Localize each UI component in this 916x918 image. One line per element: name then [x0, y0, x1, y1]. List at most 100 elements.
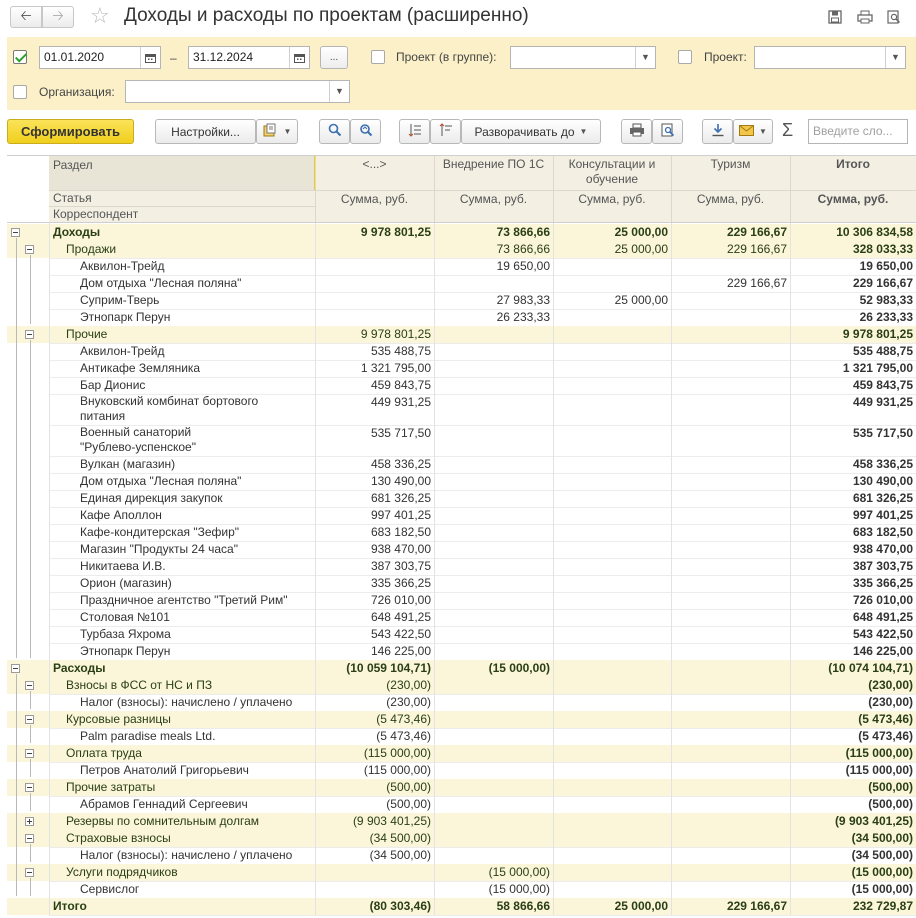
total-value: 726 010,00 — [852, 593, 913, 607]
collapse-toggle-icon[interactable] — [25, 783, 34, 792]
collapse-toggle-icon[interactable] — [25, 868, 34, 877]
table-row[interactable]: Единая дирекция закупок 681 326,25 681 326… — [7, 490, 916, 507]
value-cell — [553, 677, 671, 694]
row-label: Аквилон-Трейд — [80, 344, 165, 358]
generate-button[interactable]: Сформировать — [7, 119, 134, 144]
chevron-down-icon[interactable]: ▼ — [329, 81, 349, 102]
group-row[interactable]: Услуги подрядчиков (15 000,00) (15 000,00) — [7, 864, 916, 881]
organization-field[interactable]: ▼ — [125, 80, 350, 103]
value-cell — [315, 292, 434, 309]
table-row[interactable]: Этнопарк Перун 26 233,33 26 233,33 — [7, 309, 916, 326]
print-icon[interactable] — [856, 8, 874, 26]
group-row[interactable]: Страховые взносы (34 500,00) (34 500,00) — [7, 830, 916, 847]
save-icon[interactable] — [826, 8, 844, 26]
table-row[interactable]: Аквилон-Трейд 535 488,75 535 488,75 — [7, 343, 916, 360]
group-row[interactable]: Прочие 9 978 801,25 9 978 801,25 — [7, 326, 916, 343]
group-row[interactable]: Взносы в ФСС от НС и ПЗ (230,00) (230,00) — [7, 677, 916, 694]
value-cell: (9 903 401,25) — [352, 814, 431, 828]
variants-button[interactable]: ▼ — [256, 119, 298, 144]
value-cell — [671, 360, 790, 377]
table-row[interactable]: Абрамов Геннадий Сергеевич (500,00) (500,0… — [7, 796, 916, 813]
collapse-toggle-icon[interactable] — [25, 749, 34, 758]
send-email-button[interactable]: ▼ — [733, 119, 773, 144]
print-preview-button[interactable] — [652, 119, 683, 144]
period-to-field[interactable]: 31.12.2024 — [188, 46, 310, 69]
value-cell — [434, 728, 553, 745]
total-row[interactable]: Итого (80 303,46) 58 866,66 25 000,00 229 16… — [7, 898, 916, 915]
table-row[interactable]: Столовая №101 648 491,25 648 491,25 — [7, 609, 916, 626]
table-row[interactable]: Бар Дионис 459 843,75 459 843,75 — [7, 377, 916, 394]
group-row[interactable]: Расходы (10 059 104,71) (15 000,00) (10 074… — [7, 660, 916, 677]
value-cell: 681 326,25 — [370, 491, 431, 505]
value-cell: 9 978 801,25 — [360, 225, 431, 239]
organization-checkbox[interactable] — [13, 85, 27, 99]
preview-icon[interactable] — [885, 8, 903, 26]
group-row[interactable]: Резервы по сомнительным долгам (9 903 401… — [7, 813, 916, 830]
group-row[interactable]: Прочие затраты (500,00) (500,00) — [7, 779, 916, 796]
period-from-field[interactable]: 01.01.2020 — [39, 46, 161, 69]
table-row[interactable]: Магазин "Продукты 24 часа" 938 470,00 938 … — [7, 541, 916, 558]
favorite-star-icon[interactable]: ☆ — [90, 4, 110, 28]
project-checkbox[interactable] — [678, 50, 692, 64]
forward-button[interactable]: 🡢 — [42, 6, 74, 28]
calendar-icon[interactable] — [140, 47, 160, 68]
expand-to-button[interactable]: Разворачивать до ▼ — [461, 119, 601, 144]
group-row[interactable]: Доходы 9 978 801,25 73 866,66 25 000,00 229 … — [7, 224, 916, 241]
value-cell — [553, 425, 671, 456]
collapse-toggle-icon[interactable] — [25, 245, 34, 254]
table-row[interactable]: Вулкан (магазин) 458 336,25 458 336,25 — [7, 456, 916, 473]
period-checkbox[interactable] — [13, 50, 27, 64]
collapse-toggle-icon[interactable] — [25, 834, 34, 843]
expand-toggle-icon[interactable] — [25, 817, 34, 826]
table-row[interactable]: Внуковский комбинат бортового питания 449 … — [7, 394, 916, 425]
group-row[interactable]: Продажи 73 866,66 25 000,00 229 166,67 328 0… — [7, 241, 916, 258]
table-row[interactable]: Суприм-Тверь 27 983,33 25 000,00 52 983,33 — [7, 292, 916, 309]
table-row[interactable]: Аквилон-Трейд 19 650,00 19 650,00 — [7, 258, 916, 275]
collapse-toggle-icon[interactable] — [25, 715, 34, 724]
table-row[interactable]: Праздничное агентство "Третий Рим" 726 01… — [7, 592, 916, 609]
table-row[interactable]: Этнопарк Перун 146 225,00 146 225,00 — [7, 643, 916, 660]
table-row[interactable]: Palm paradise meals Ltd. (5 473,46) (5 473… — [7, 728, 916, 745]
save-to-file-button[interactable] — [702, 119, 733, 144]
project-field[interactable]: ▼ — [754, 46, 906, 69]
table-row[interactable]: Петров Анатолий Григорьевич (115 000,00) (… — [7, 762, 916, 779]
table-row[interactable]: Антикафе Земляника 1 321 795,00 1 321 795,… — [7, 360, 916, 377]
table-row[interactable]: Дом отдыха "Лесная поляна" 130 490,00 130 … — [7, 473, 916, 490]
sum-icon[interactable]: Σ — [782, 120, 793, 141]
chevron-down-icon[interactable]: ▼ — [635, 47, 655, 68]
collapse-toggle-icon[interactable] — [25, 681, 34, 690]
table-row[interactable]: Кафе Аполлон 997 401,25 997 401,25 — [7, 507, 916, 524]
collapse-all-button[interactable] — [430, 119, 461, 144]
group-row[interactable]: Оплата труда (115 000,00) (115 000,00) — [7, 745, 916, 762]
table-row[interactable]: Кафе-кондитерская "Зефир" 683 182,50 683 1… — [7, 524, 916, 541]
print-button[interactable] — [621, 119, 652, 144]
table-row[interactable]: Налог (взносы): начислено / уплачено (230… — [7, 694, 916, 711]
calendar-icon[interactable] — [289, 47, 309, 68]
value-cell — [553, 694, 671, 711]
find-next-button[interactable] — [350, 119, 381, 144]
project-group-field[interactable]: ▼ — [510, 46, 656, 69]
table-row[interactable]: Турбаза Яхрома 543 422,50 543 422,50 — [7, 626, 916, 643]
collapse-toggle-icon[interactable] — [11, 228, 20, 237]
value-cell: 683 182,50 — [370, 525, 431, 539]
settings-button[interactable]: Настройки... — [155, 119, 256, 144]
value-cell — [434, 541, 553, 558]
table-row[interactable]: Дом отдыха "Лесная поляна" 229 166,67 229 … — [7, 275, 916, 292]
search-input[interactable]: Введите сло... — [808, 119, 908, 144]
table-row[interactable]: Налог (взносы): начислено / уплачено (34 … — [7, 847, 916, 864]
find-button[interactable] — [319, 119, 350, 144]
table-row[interactable]: Сервислог (15 000,00) (15 000,00) — [7, 881, 916, 898]
collapse-toggle-icon[interactable] — [25, 330, 34, 339]
row-label: Прочие затраты — [66, 780, 156, 794]
collapse-toggle-icon[interactable] — [11, 664, 20, 673]
period-select-button[interactable]: ... — [320, 46, 348, 69]
table-row[interactable]: Военный санаторий "Рублево-успенское" 535 … — [7, 425, 916, 456]
value-cell — [434, 425, 553, 456]
group-row[interactable]: Курсовые разницы (5 473,46) (5 473,46) — [7, 711, 916, 728]
table-row[interactable]: Орион (магазин) 335 366,25 335 366,25 — [7, 575, 916, 592]
expand-all-button[interactable] — [399, 119, 430, 144]
project-group-checkbox[interactable] — [371, 50, 385, 64]
chevron-down-icon[interactable]: ▼ — [885, 47, 905, 68]
table-row[interactable]: Никитаева И.В. 387 303,75 387 303,75 — [7, 558, 916, 575]
back-button[interactable]: 🡠 — [10, 6, 42, 28]
